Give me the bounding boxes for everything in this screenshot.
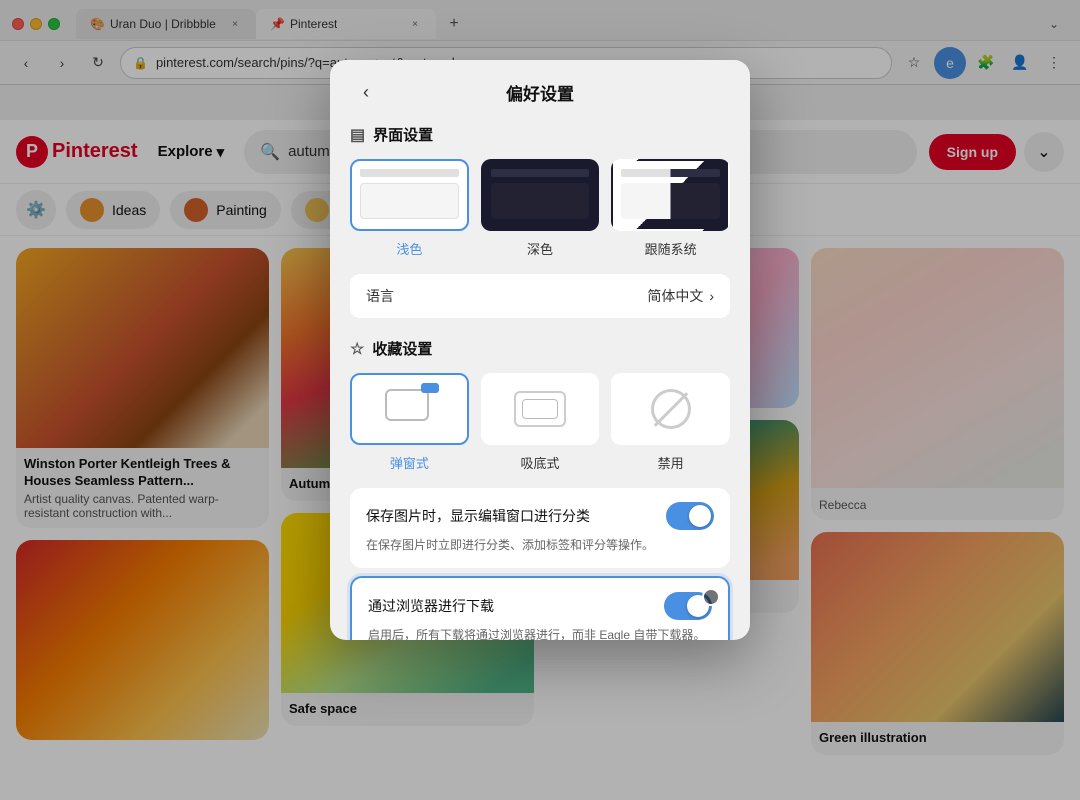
fav-popup-tab xyxy=(421,383,439,393)
fav-label-dock: 吸底式 xyxy=(521,453,560,472)
appearance-section-icon: ▤ xyxy=(350,125,365,145)
favorites-grid: 弹窗式 吸底式 xyxy=(350,373,730,472)
save-image-toggle-row: 保存图片时，显示编辑窗口进行分类 在保存图片时立即进行分类、添加标签和评分等操作… xyxy=(350,488,730,568)
browser-download-toggle-label: 通过浏览器进行下载 xyxy=(368,596,494,616)
cursor-on-toggle xyxy=(702,588,720,606)
modal-header: ‹ 偏好设置 xyxy=(330,60,750,124)
theme-preview-dark xyxy=(481,159,600,231)
fav-ban-visual xyxy=(651,389,691,429)
language-label: 语言 xyxy=(366,286,394,306)
theme-preview-system xyxy=(611,159,730,231)
modal-back-button[interactable]: ‹ xyxy=(350,76,382,108)
fav-option-disabled[interactable]: 禁用 xyxy=(611,373,730,472)
favorites-section-icon: ☆ xyxy=(350,339,364,359)
language-chevron-icon: › xyxy=(709,288,714,304)
browser-download-toggle-header: 通过浏览器进行下载 xyxy=(368,592,712,620)
theme-option-light[interactable]: 浅色 xyxy=(350,159,469,258)
theme-label-light: 浅色 xyxy=(396,239,422,258)
theme-label-dark: 深色 xyxy=(527,239,553,258)
fav-option-popup[interactable]: 弹窗式 xyxy=(350,373,469,472)
modal-title: 偏好设置 xyxy=(382,80,698,105)
preferences-modal: ‹ 偏好设置 ▤ 界面设置 浅色 xyxy=(330,60,750,640)
modal-overlay[interactable]: ‹ 偏好设置 ▤ 界面设置 浅色 xyxy=(0,0,1080,800)
fav-preview-dock xyxy=(481,373,600,445)
appearance-section-header: ▤ 界面设置 xyxy=(350,124,730,145)
fav-popup-box xyxy=(385,389,429,421)
fav-dock-visual xyxy=(514,391,566,427)
save-image-toggle[interactable] xyxy=(666,502,714,530)
theme-option-system[interactable]: 跟随系统 xyxy=(611,159,730,258)
fav-label-disabled: 禁用 xyxy=(658,453,684,472)
language-value[interactable]: 简体中文 › xyxy=(647,286,714,306)
theme-label-system: 跟随系统 xyxy=(645,239,697,258)
browser-download-toggle[interactable] xyxy=(664,592,712,620)
save-image-toggle-label: 保存图片时，显示编辑窗口进行分类 xyxy=(366,506,590,526)
favorites-section-label: 收藏设置 xyxy=(372,338,432,359)
language-value-text: 简体中文 xyxy=(647,286,703,306)
fav-ban-line xyxy=(653,392,688,427)
fav-preview-disabled xyxy=(611,373,730,445)
appearance-section: ▤ 界面设置 浅色 深色 xyxy=(350,124,730,318)
theme-option-dark[interactable]: 深色 xyxy=(481,159,600,258)
browser-download-toggle-row: 通过浏览器进行下载 启用后，所有下载将通过浏览器进行，而非 Eagle 自带下载… xyxy=(350,576,730,640)
fav-preview-popup xyxy=(350,373,469,445)
fav-dock-inner xyxy=(522,399,558,419)
theme-grid: 浅色 深色 跟随系统 xyxy=(350,159,730,258)
appearance-section-label: 界面设置 xyxy=(373,124,433,145)
save-image-toggle-header: 保存图片时，显示编辑窗口进行分类 xyxy=(366,502,714,530)
favorites-section: ☆ 收藏设置 弹窗式 xyxy=(350,338,730,640)
fav-popup-visual xyxy=(385,389,433,429)
favorites-section-header: ☆ 收藏设置 xyxy=(350,338,730,359)
modal-body: ▤ 界面设置 浅色 深色 xyxy=(330,124,750,640)
browser-download-toggle-desc: 启用后，所有下载将通过浏览器进行，而非 Eagle 自带下载器。这有助于避免因浏… xyxy=(368,626,712,640)
language-row[interactable]: 语言 简体中文 › xyxy=(350,274,730,318)
fav-option-dock[interactable]: 吸底式 xyxy=(481,373,600,472)
fav-label-popup: 弹窗式 xyxy=(390,453,429,472)
save-image-toggle-desc: 在保存图片时立即进行分类、添加标签和评分等操作。 xyxy=(366,536,714,554)
theme-preview-light xyxy=(350,159,469,231)
